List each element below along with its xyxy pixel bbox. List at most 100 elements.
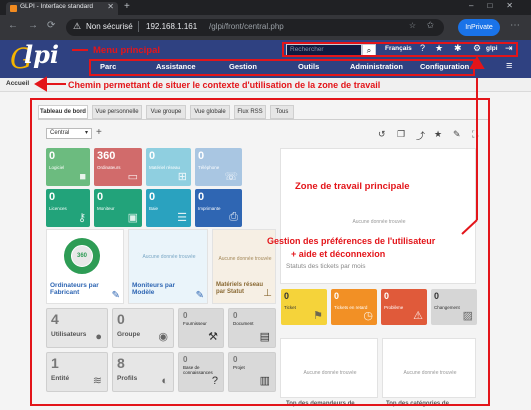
card-label: Licences: [49, 206, 67, 211]
asset-card[interactable]: 0 Imprimante ⎙: [195, 189, 242, 227]
card-value: 0: [334, 291, 340, 301]
card-value: 0: [434, 291, 440, 301]
browser-tabbar: GLPI - Interface standard ✕ + –□✕: [0, 0, 531, 15]
security-label: Non sécurisé: [86, 22, 133, 31]
columns-icon: ▥: [259, 375, 270, 387]
card-label: Tickets en retard: [334, 305, 368, 310]
close-tab-icon[interactable]: ✕: [107, 2, 114, 11]
card-label: Fournisseur: [183, 321, 207, 326]
document-icon: ▤: [259, 331, 270, 343]
card-label: Utilisateurs: [51, 331, 87, 338]
card-value: 0: [183, 311, 188, 320]
cube-icon: ■: [79, 171, 86, 183]
card-value: 4: [51, 311, 59, 327]
asset-card[interactable]: 0 Moniteur ▣: [94, 189, 142, 227]
card-label: Moniteur: [97, 206, 115, 211]
card-label: Projet: [233, 365, 245, 370]
card-value: 0: [198, 191, 205, 203]
card-value: 0: [183, 355, 188, 364]
admin-card[interactable]: 0 Projet ▥: [228, 352, 276, 392]
admin-card[interactable]: 8 Profils ◐: [112, 352, 174, 392]
url-path: /glpi/front/central.php: [209, 22, 284, 31]
profile-icon: ◐: [161, 375, 168, 387]
browser-tab[interactable]: GLPI - Interface standard ✕: [6, 2, 118, 15]
ticket-card[interactable]: 0 Changement ▨: [431, 289, 477, 325]
card-label: Base de connaissances: [183, 365, 213, 375]
group-icon: ◉: [158, 331, 168, 343]
annotation-prefs-line2: + aide et déconnexion: [291, 249, 386, 259]
card-label: Logiciel: [49, 165, 65, 170]
card-label: Changement: [434, 305, 460, 310]
asset-card[interactable]: 0 Baie ☰: [146, 189, 191, 227]
inprivate-badge[interactable]: InPrivate: [458, 19, 500, 36]
forward-button[interactable]: →: [28, 20, 38, 31]
new-tab-button[interactable]: +: [124, 1, 130, 12]
arrow-prefs-diag: [461, 219, 478, 235]
card-value: 0: [198, 150, 205, 162]
back-button[interactable]: ←: [8, 20, 18, 31]
card-label: Ordinateurs: [97, 165, 121, 170]
asset-card[interactable]: 360 Ordinateurs ▭: [94, 148, 142, 186]
card-value: 0: [49, 150, 56, 162]
card-value: 0: [233, 311, 238, 320]
ticket-card[interactable]: 0 Problème ⚠: [381, 289, 427, 325]
admin-card[interactable]: 0 Base de connaissances?: [178, 352, 224, 392]
card-label: Ticket: [284, 305, 296, 310]
arrow-chemin-head: [34, 76, 47, 92]
card-value: 0: [149, 150, 156, 162]
card-label: Téléphone: [198, 165, 220, 170]
card-label: Groupe: [117, 331, 141, 338]
card-value: 0: [233, 355, 238, 364]
card-label: Matériel réseau: [149, 165, 181, 170]
admin-card[interactable]: 0 Groupe ◉: [112, 308, 174, 348]
browser-menu-icon[interactable]: ⋯: [510, 20, 520, 31]
bookmark-icon[interactable]: ✩: [426, 20, 434, 31]
url-field[interactable]: ⚠ Non sécurisé 192.168.1.161 /glpi/front…: [66, 19, 444, 36]
window-controls[interactable]: –□✕: [469, 1, 527, 10]
admin-card[interactable]: 0 Document ▤: [228, 308, 276, 348]
card-value: 0: [49, 191, 56, 203]
question-icon: ?: [211, 375, 218, 387]
admin-card[interactable]: 1 Entité ≋: [46, 352, 108, 392]
asset-card[interactable]: 0 Téléphone ☏: [195, 148, 242, 186]
phone-icon: ☏: [224, 171, 238, 183]
warning-icon[interactable]: ⚠: [73, 21, 81, 32]
ticket-card[interactable]: 0 Tickets en retard ◷: [331, 289, 377, 325]
asset-card[interactable]: 0 Licences ⚷: [46, 189, 90, 227]
printer-icon: ⎙: [229, 211, 238, 223]
clipboard-icon: ▨: [462, 310, 473, 322]
monitor-icon: ▣: [127, 212, 138, 224]
glpi-favicon-icon: [10, 5, 17, 12]
flag-icon: ⚑: [313, 310, 323, 322]
card-value: 0: [149, 191, 156, 203]
card-value: 360: [97, 150, 116, 162]
laptop-icon: ▭: [127, 171, 138, 183]
url-host: 192.168.1.161: [146, 22, 198, 31]
clock-icon: ◷: [363, 310, 373, 322]
favorites-icon[interactable]: ☆: [409, 21, 416, 30]
supplier-icon: ⚒: [208, 331, 218, 343]
card-label: Profils: [117, 375, 138, 382]
address-bar: ← → ⟳ ⚠ Non sécurisé 192.168.1.161 /glpi…: [0, 15, 531, 40]
card-label: Imprimante: [198, 206, 221, 211]
card-value: 1: [51, 355, 59, 371]
ticket-card[interactable]: 0 Ticket ⚑: [281, 289, 327, 325]
card-label: Document: [233, 321, 254, 326]
user-icon: ●: [95, 331, 102, 343]
alert-icon: ⚠: [413, 310, 423, 322]
url-divider: [138, 21, 139, 32]
asset-card[interactable]: 0 Matériel réseau ⊞: [146, 148, 191, 186]
server-icon: ☰: [177, 212, 187, 224]
card-value: 0: [97, 191, 104, 203]
card-label: Problème: [384, 305, 404, 310]
reload-button[interactable]: ⟳: [47, 20, 55, 31]
network-icon: ⊞: [177, 171, 187, 183]
card-value: 0: [384, 291, 390, 301]
arrow-prefs-head: [469, 56, 485, 69]
card-label: Entité: [51, 375, 70, 382]
admin-card[interactable]: 4 Utilisateurs ●: [46, 308, 108, 348]
layers-icon: ≋: [92, 375, 102, 387]
tab-title: GLPI - Interface standard: [20, 3, 93, 10]
admin-card[interactable]: 0 Fournisseur ⚒: [178, 308, 224, 348]
asset-card[interactable]: 0 Logiciel ■: [46, 148, 90, 186]
